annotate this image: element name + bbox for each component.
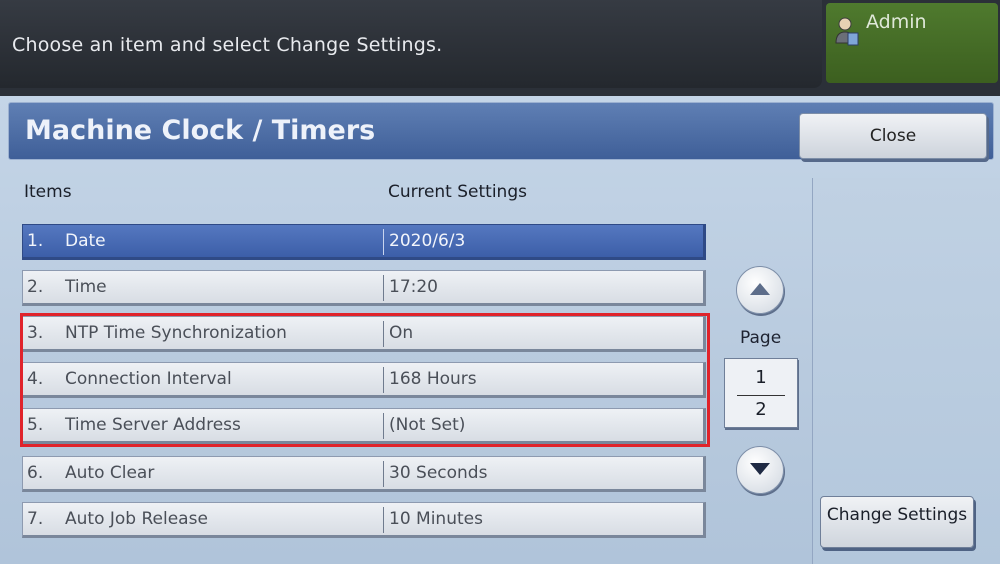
row-current-setting: 17:20: [389, 277, 438, 297]
column-divider: [383, 229, 384, 255]
arrow-down-icon: [750, 463, 770, 475]
instruction-message: Choose an item and select Change Setting…: [12, 34, 443, 56]
row-item-name: Auto Clear: [65, 463, 155, 483]
table-row-ntp-time-synchronization[interactable]: 3. NTP Time Synchronization On: [22, 316, 706, 352]
row-item-name: Time Server Address: [65, 415, 241, 435]
table-row-time[interactable]: 2. Time 17:20: [22, 270, 706, 306]
table-row-auto-clear[interactable]: 6. Auto Clear 30 Seconds: [22, 456, 706, 492]
row-current-setting: On: [389, 323, 414, 343]
message-bar: Choose an item and select Change Setting…: [0, 0, 822, 88]
column-divider: [383, 367, 384, 393]
row-current-setting: 10 Minutes: [389, 509, 483, 529]
close-button[interactable]: Close: [799, 113, 987, 159]
row-item-name: Auto Job Release: [65, 509, 208, 529]
row-number: 2.: [27, 277, 44, 297]
column-divider: [383, 413, 384, 439]
current-page: 1: [755, 367, 767, 388]
row-current-setting: 168 Hours: [389, 369, 477, 389]
row-number: 5.: [27, 415, 44, 435]
main-panel: Machine Clock / Timers Close Items Curre…: [0, 96, 1000, 564]
column-divider: [383, 275, 384, 301]
page-divider: [737, 395, 785, 396]
row-number: 3.: [27, 323, 44, 343]
row-current-setting: 2020/6/3: [389, 231, 466, 251]
column-divider: [383, 321, 384, 347]
row-item-name: Time: [65, 277, 107, 297]
items-column-header: Items: [24, 182, 72, 202]
row-number: 4.: [27, 369, 44, 389]
row-current-setting: 30 Seconds: [389, 463, 488, 483]
admin-label: Admin: [866, 11, 927, 33]
total-pages: 2: [755, 399, 767, 420]
arrow-up-icon: [750, 283, 770, 295]
row-item-name: NTP Time Synchronization: [65, 323, 287, 343]
page-label: Page: [740, 328, 782, 348]
table-row-date[interactable]: 1. Date 2020/6/3: [22, 224, 706, 260]
row-number: 1.: [27, 231, 44, 251]
row-number: 7.: [27, 509, 44, 529]
page-indicator: 1 2: [724, 358, 798, 428]
table-row-auto-job-release[interactable]: 7. Auto Job Release 10 Minutes: [22, 502, 706, 538]
row-item-name: Date: [65, 231, 106, 251]
column-divider: [383, 461, 384, 487]
table-row-time-server-address[interactable]: 5. Time Server Address (Not Set): [22, 408, 706, 444]
current-settings-column-header: Current Settings: [388, 182, 527, 202]
row-item-name: Connection Interval: [65, 369, 232, 389]
column-divider: [383, 507, 384, 533]
table-row-connection-interval[interactable]: 4. Connection Interval 168 Hours: [22, 362, 706, 398]
page-down-button[interactable]: [736, 446, 784, 494]
user-icon: [835, 17, 859, 46]
page-up-button[interactable]: [736, 266, 784, 314]
row-number: 6.: [27, 463, 44, 483]
title-bar: Machine Clock / Timers Close: [8, 102, 994, 160]
change-settings-button[interactable]: Change Settings: [820, 496, 974, 548]
page-title: Machine Clock / Timers: [25, 115, 376, 146]
admin-button[interactable]: Admin: [826, 3, 998, 83]
row-current-setting: (Not Set): [389, 415, 466, 435]
